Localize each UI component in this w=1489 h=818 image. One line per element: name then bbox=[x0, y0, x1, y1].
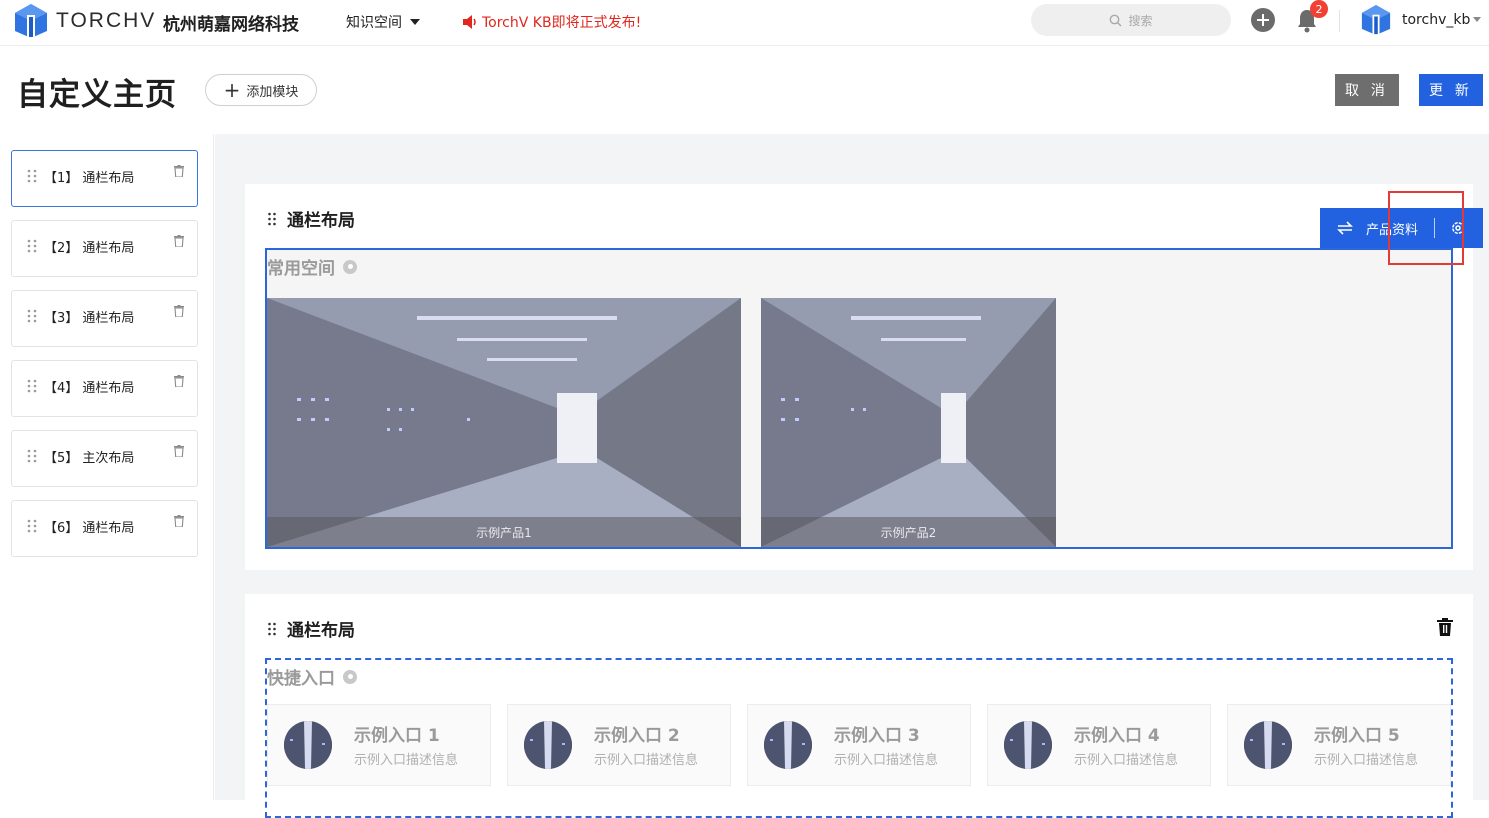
entry-title: 示例入口 4 bbox=[1074, 726, 1160, 746]
section-title-text: 常用空间 bbox=[267, 259, 335, 279]
plus-icon: + bbox=[223, 78, 241, 102]
shortcut-entry[interactable]: 示例入口 2 示例入口描述信息 bbox=[507, 704, 731, 786]
speaker-icon bbox=[463, 15, 476, 29]
announcement-notice[interactable]: TorchV KB即将正式发布! bbox=[462, 12, 641, 32]
module-panel[interactable]: 通栏布局 快捷入口 示例入口 1 示例入口描述信息 示例入口 2 示例入口描述信… bbox=[245, 594, 1473, 818]
add-module-button[interactable]: + 添加模块 bbox=[205, 74, 317, 106]
section-dropzone[interactable]: 快捷入口 示例入口 1 示例入口描述信息 示例入口 2 示例入口描述信息 示例入… bbox=[265, 658, 1453, 818]
torchv-logo-icon[interactable] bbox=[14, 3, 48, 39]
drag-handle-icon[interactable] bbox=[26, 309, 38, 323]
product-tile[interactable]: 示例产品2 bbox=[761, 298, 1056, 547]
module-list-item[interactable]: 【3】 通栏布局 bbox=[11, 290, 198, 347]
add-module-label: 添加模块 bbox=[246, 84, 299, 100]
update-button[interactable]: 更 新 bbox=[1419, 74, 1483, 106]
swap-icon[interactable] bbox=[1336, 221, 1354, 235]
entry-description: 示例入口描述信息 bbox=[1074, 753, 1179, 768]
divider bbox=[1339, 10, 1340, 32]
entry-thumbnail bbox=[1244, 721, 1292, 769]
entry-description: 示例入口描述信息 bbox=[594, 753, 699, 768]
plus-icon bbox=[1257, 14, 1269, 26]
module-list-item-label: 【1】 通栏布局 bbox=[44, 171, 135, 186]
tile-overlay bbox=[267, 298, 741, 547]
company-name: 杭州萌嘉网络科技 bbox=[163, 15, 299, 35]
drag-handle-icon[interactable] bbox=[26, 239, 38, 253]
drag-handle-icon[interactable] bbox=[26, 519, 38, 533]
entry-thumbnail bbox=[764, 721, 812, 769]
settings-dot-icon[interactable] bbox=[343, 669, 357, 684]
entry-description: 示例入口描述信息 bbox=[354, 753, 459, 768]
module-list-item[interactable]: 【2】 通栏布局 bbox=[11, 220, 198, 277]
settings-dot-icon[interactable] bbox=[343, 259, 357, 274]
module-header: 通栏布局 bbox=[267, 616, 355, 641]
section-title: 快捷入口 bbox=[267, 664, 357, 689]
announcement-text: TorchV KB即将正式发布! bbox=[482, 15, 642, 31]
shortcut-entry[interactable]: 示例入口 1 示例入口描述信息 bbox=[267, 704, 491, 786]
entry-description: 示例入口描述信息 bbox=[1314, 753, 1419, 768]
module-list-item[interactable]: 【6】 通栏布局 bbox=[11, 500, 198, 557]
entry-title: 示例入口 3 bbox=[834, 726, 920, 746]
entry-description: 示例入口描述信息 bbox=[834, 753, 939, 768]
search-icon bbox=[1110, 14, 1122, 26]
module-list-item-label: 【3】 通栏布局 bbox=[44, 311, 135, 326]
user-menu-caret-icon[interactable] bbox=[1473, 17, 1481, 22]
tile-caption: 示例产品2 bbox=[761, 517, 1056, 547]
module-title: 通栏布局 bbox=[287, 211, 355, 231]
caret-down-icon bbox=[410, 19, 420, 25]
trash-icon[interactable] bbox=[174, 305, 184, 317]
editor-canvas: 通栏布局 常用空间 示例产品1 示例产品2 产品资料 通栏布局 快捷入口 示例入… bbox=[215, 134, 1489, 818]
shortcut-entry[interactable]: 示例入口 4 示例入口描述信息 bbox=[987, 704, 1211, 786]
trash-icon[interactable] bbox=[174, 375, 184, 387]
module-list-item-label: 【4】 通栏布局 bbox=[44, 381, 135, 396]
user-avatar[interactable] bbox=[1361, 4, 1391, 36]
entry-thumbnail bbox=[524, 721, 572, 769]
module-list-item-label: 【6】 通栏布局 bbox=[44, 521, 135, 536]
top-navigation-bar: TORCHV 杭州萌嘉网络科技 知识空间 TorchV KB即将正式发布! 搜索… bbox=[0, 0, 1489, 46]
module-list-item[interactable]: 【4】 通栏布局 bbox=[11, 360, 198, 417]
username[interactable]: torchv_kb bbox=[1402, 12, 1470, 28]
module-list-sidebar: 【1】 通栏布局 【2】 通栏布局 【3】 通栏布局 【4】 通栏布局 【5】 … bbox=[0, 134, 214, 800]
search-input[interactable]: 搜索 bbox=[1031, 4, 1231, 36]
cancel-button[interactable]: 取 消 bbox=[1335, 74, 1399, 106]
section-title-text: 快捷入口 bbox=[267, 669, 335, 689]
module-list-item[interactable]: 【1】 通栏布局 bbox=[11, 150, 198, 207]
module-list-item[interactable]: 【5】 主次布局 bbox=[11, 430, 198, 487]
trash-icon[interactable] bbox=[1437, 618, 1453, 636]
trash-icon[interactable] bbox=[174, 445, 184, 457]
brand-name: TORCHV bbox=[56, 9, 157, 32]
page-title: 自定义主页 bbox=[17, 77, 177, 113]
product-tile[interactable]: 示例产品1 bbox=[267, 298, 741, 547]
entry-title: 示例入口 1 bbox=[354, 726, 440, 746]
trash-icon[interactable] bbox=[174, 235, 184, 247]
entry-thumbnail bbox=[1004, 721, 1052, 769]
module-header: 通栏布局 bbox=[267, 206, 355, 231]
notification-badge: 2 bbox=[1310, 0, 1328, 18]
knowledge-space-menu[interactable]: 知识空间 bbox=[346, 12, 420, 32]
entry-title: 示例入口 5 bbox=[1314, 726, 1400, 746]
drag-handle-icon[interactable] bbox=[26, 379, 38, 393]
shortcut-entry[interactable]: 示例入口 5 示例入口描述信息 bbox=[1227, 704, 1451, 786]
section-title: 常用空间 bbox=[267, 254, 357, 279]
knowledge-space-label: 知识空间 bbox=[346, 15, 402, 31]
drag-handle-icon[interactable] bbox=[26, 449, 38, 463]
selected-section[interactable]: 常用空间 示例产品1 示例产品2 bbox=[265, 248, 1453, 549]
entry-title: 示例入口 2 bbox=[594, 726, 680, 746]
drag-handle-icon[interactable] bbox=[26, 169, 38, 183]
shortcut-entry[interactable]: 示例入口 3 示例入口描述信息 bbox=[747, 704, 971, 786]
module-panel[interactable]: 通栏布局 常用空间 示例产品1 示例产品2 产品资料 bbox=[245, 184, 1483, 570]
module-list-item-label: 【2】 通栏布局 bbox=[44, 241, 135, 256]
tile-overlay bbox=[761, 298, 1056, 547]
module-list-item-label: 【5】 主次布局 bbox=[44, 451, 135, 466]
trash-icon[interactable] bbox=[174, 515, 184, 527]
create-button[interactable] bbox=[1251, 8, 1275, 32]
drag-handle-icon[interactable] bbox=[267, 212, 277, 226]
module-title: 通栏布局 bbox=[287, 621, 355, 641]
entry-thumbnail bbox=[284, 721, 332, 769]
tile-caption: 示例产品1 bbox=[267, 517, 741, 547]
annotation-highlight-box bbox=[1388, 191, 1464, 265]
trash-icon[interactable] bbox=[174, 165, 184, 177]
drag-handle-icon[interactable] bbox=[267, 622, 277, 636]
search-placeholder: 搜索 bbox=[1128, 13, 1153, 28]
